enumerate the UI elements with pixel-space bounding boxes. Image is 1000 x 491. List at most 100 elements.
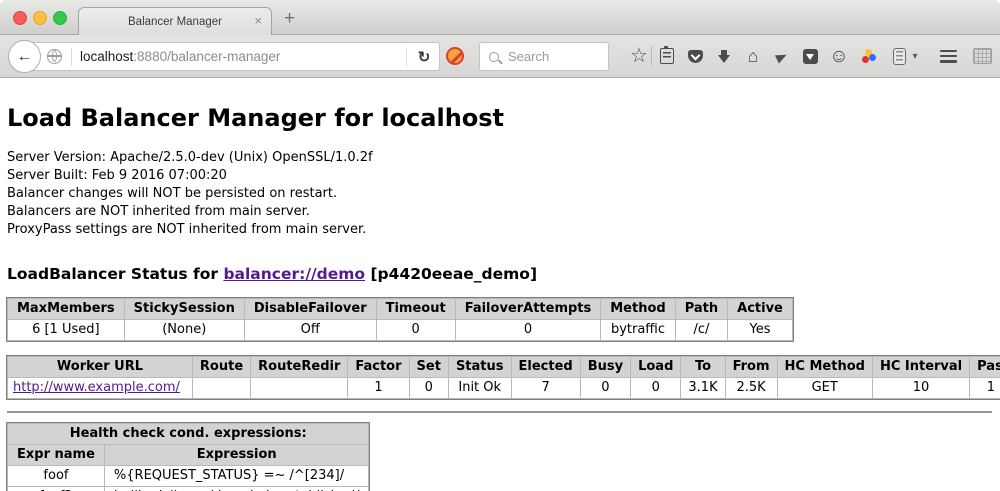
failoverattempts-value: 0 [455,320,601,341]
maxmembers-value: 6 [1 Used] [8,320,125,341]
table-row: foof %{REQUEST_STATUS} =~ /^[234]/ [8,466,369,487]
browser-tab[interactable]: Balancer Manager × [78,7,272,35]
search-bar[interactable] [479,42,609,71]
home-icon[interactable]: ⌂ [741,35,765,77]
col-busy: Busy [580,357,630,378]
browser-window: Balancer Manager × + ← localhost:8880/ba… [0,0,1000,491]
chat-smiley-icon[interactable]: ☺ [827,35,851,77]
page-viewport: Load Balancer Manager for localhost Serv… [0,78,1000,491]
addon-dropdown-caret-icon[interactable]: ▾ [908,35,922,77]
col-failoverattempts: FailoverAttempts [455,299,601,320]
plugin-blocked-icon[interactable] [446,47,464,65]
pocket-icon[interactable] [683,35,707,77]
window-close-button[interactable] [13,11,27,25]
navigation-toolbar: ← localhost:8880/balancer-manager ↻ ☆ ⌂ … [0,35,1000,78]
col-from: From [725,357,777,378]
server-info: Server Version: Apache/2.5.0-dev (Unix) … [7,149,994,239]
search-icon [489,52,499,62]
passes-value: 1 (0) [970,378,1000,399]
balancer-settings-table: MaxMembers StickySession DisableFailover… [7,298,793,341]
method-value: bytraffic [601,320,675,341]
col-status: Status [448,357,511,378]
col-disablefailover: DisableFailover [244,299,376,320]
worker-url-link[interactable]: http://www.example.com/ [13,380,180,395]
timeout-value: 0 [376,320,455,341]
table-row: 6 [1 Used] (None) Off 0 0 bytraffic /c/ … [8,320,793,341]
col-set: Set [409,357,448,378]
load-value: 0 [631,378,681,399]
back-arrow-icon: ← [17,48,33,66]
col-method: Method [601,299,675,320]
busy-value: 0 [580,378,630,399]
reading-list-icon[interactable] [655,35,679,77]
col-active: Active [728,299,793,320]
status-prefix: LoadBalancer Status for [7,265,223,283]
col-expr-name: Expr name [8,445,105,466]
col-route: Route [192,357,250,378]
route-value [192,378,250,399]
col-load: Load [631,357,681,378]
video-download-addon-icon[interactable] [798,35,822,77]
active-value: Yes [728,320,793,341]
color-dots-addon-icon[interactable] [856,35,880,77]
expression-value: hc('body') =~ /domain is established/ [104,487,369,491]
hc-method-value: GET [777,378,872,399]
col-elected: Elected [511,357,580,378]
disablefailover-value: Off [244,320,376,341]
menu-hamburger-icon[interactable] [936,35,960,77]
tab-bar: Balancer Manager × + [0,0,1000,35]
new-tab-button[interactable]: + [284,8,295,30]
search-input[interactable] [506,48,608,65]
bookmark-star-icon[interactable]: ☆ [627,35,651,77]
health-table-title: Health check cond. expressions: [8,424,369,445]
proxypass-warning-line: ProxyPass settings are NOT inherited fro… [7,221,994,239]
tab-groups-grid-icon[interactable] [970,35,994,77]
set-value: 0 [409,378,448,399]
col-hc-method: HC Method [777,357,872,378]
server-built-line: Server Built: Feb 9 2016 07:00:20 [7,167,994,185]
col-expression: Expression [104,445,369,466]
worker-status-table: Worker URL Route RouteRedir Factor Set S… [7,356,1000,399]
tab-close-icon[interactable]: × [254,14,262,27]
table-header-row: MaxMembers StickySession DisableFailover… [8,299,793,320]
col-worker-url: Worker URL [8,357,193,378]
table-header-row: Worker URL Route RouteRedir Factor Set S… [8,357,1000,378]
persist-warning-line: Balancer changes will NOT be persisted o… [7,185,994,203]
col-stickysession: StickySession [124,299,244,320]
downloads-icon[interactable] [712,35,736,77]
factor-value: 1 [348,378,409,399]
path-value: /c/ [675,320,727,341]
col-factor: Factor [348,357,409,378]
expr-name-value: foof2 [8,487,105,491]
toolbar-divider [651,46,652,66]
routeredir-value [251,378,348,399]
urlbar-divider [406,47,407,67]
col-hc-interval: HC Interval [872,357,969,378]
url-text[interactable]: localhost:8880/balancer-manager [80,49,406,64]
window-zoom-button[interactable] [53,11,67,25]
expr-name-value: foof [8,466,105,487]
health-check-table: Health check cond. expressions: Expr nam… [7,423,369,491]
send-plane-icon[interactable]: ▶ [769,35,793,77]
url-bar[interactable]: localhost:8880/balancer-manager ↻ [24,42,440,71]
col-to: To [681,357,725,378]
expression-value: %{REQUEST_STATUS} =~ /^[234]/ [104,466,369,487]
window-minimize-button[interactable] [33,11,47,25]
balancer-demo-link[interactable]: balancer://demo [223,265,365,283]
inherit-warning-line: Balancers are NOT inherited from main se… [7,203,994,221]
status-suffix: [p4420eeae_demo] [365,265,537,283]
balancer-status-heading: LoadBalancer Status for balancer://demo … [7,265,994,283]
reload-icon[interactable]: ↻ [409,48,439,66]
table-title-row: Health check cond. expressions: [8,424,369,445]
site-identity-globe-icon[interactable] [47,49,62,64]
page-title: Load Balancer Manager for localhost [7,104,994,132]
elected-value: 7 [511,378,580,399]
to-value: 3.1K [681,378,725,399]
table-row: http://www.example.com/ 1 0 Init Ok 7 0 … [8,378,1000,399]
section-divider [7,411,992,413]
col-routeredir: RouteRedir [251,357,348,378]
table-header-row: Expr name Expression [8,445,369,466]
urlbar-divider [71,48,72,66]
back-button[interactable]: ← [8,40,41,73]
col-maxmembers: MaxMembers [8,299,125,320]
